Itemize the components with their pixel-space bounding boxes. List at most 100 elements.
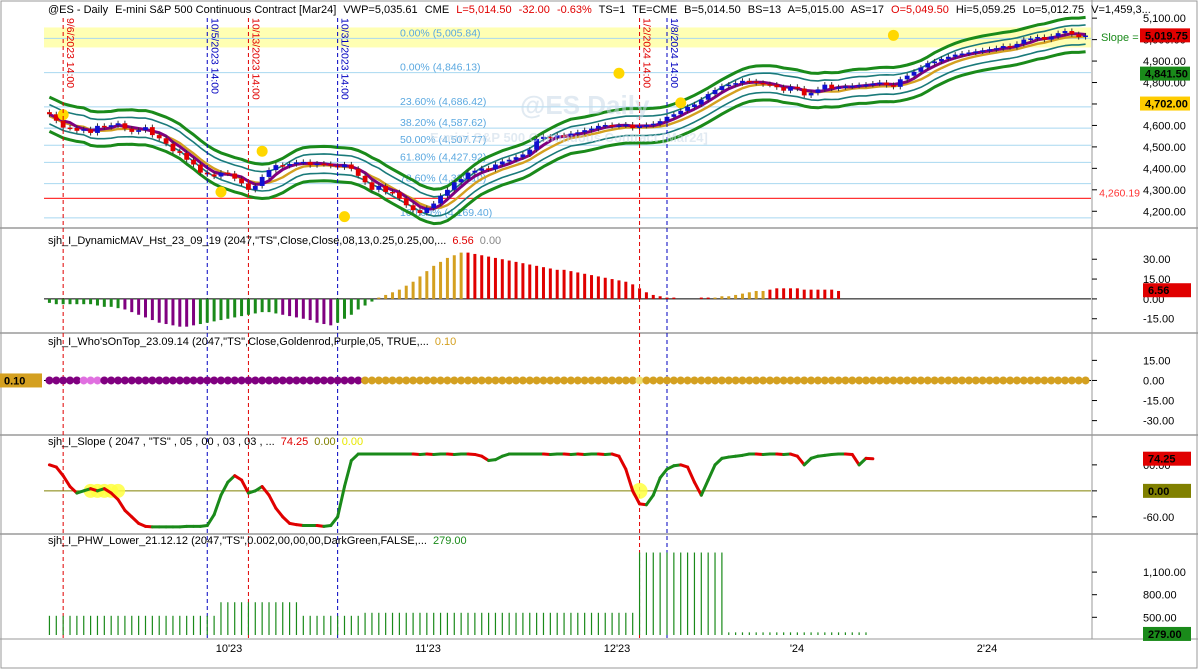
wot-dot	[443, 376, 452, 385]
wot-dot	[1040, 376, 1049, 385]
wot-dot	[381, 376, 390, 385]
x-tick-label: 11'23	[415, 643, 441, 655]
wot-dot	[244, 376, 253, 385]
candle-body	[465, 172, 471, 180]
candle-body	[719, 86, 725, 91]
candle-body	[252, 185, 258, 190]
candle-body	[829, 84, 835, 89]
candle-body	[856, 85, 862, 87]
candle-body	[993, 48, 999, 50]
candle-body	[746, 80, 752, 83]
candle-body	[163, 138, 169, 144]
candle-body	[499, 161, 505, 165]
candle-body	[952, 54, 958, 57]
chart-svg: 0.00% (5,005.84) 0.00% (4,846.13) 23.60% (…	[0, 0, 1198, 669]
price-tag-text: 4,702.00	[1145, 99, 1188, 111]
wot-dot	[786, 376, 795, 385]
candle-body	[239, 178, 244, 184]
candle-body	[904, 75, 910, 80]
fib-label: 0.00% (5,005.84)	[400, 27, 481, 39]
wot-dot	[656, 376, 665, 385]
candle-body	[657, 121, 663, 124]
wot-dot	[1081, 376, 1090, 385]
candle-body	[884, 82, 889, 86]
wot-dot	[1006, 376, 1015, 385]
vertical-marker-label: 10/13/2023 14:00	[249, 18, 261, 100]
candle-body	[897, 79, 903, 87]
wot-dot	[861, 376, 870, 385]
wot-dot	[470, 376, 479, 385]
wot-dot	[807, 376, 816, 385]
wot-dot	[155, 376, 164, 385]
y-tick-label: -30.00	[1143, 416, 1174, 428]
wot-dot	[72, 376, 81, 385]
candle-body	[788, 86, 793, 91]
candle-body	[259, 176, 265, 186]
candle-body	[1035, 37, 1040, 39]
dynamic-mav-title: sjh_I_DynamicMAV_Hst_23_09_19 (2047,"TS"…	[48, 235, 501, 247]
candle-body	[88, 129, 94, 133]
candle-body	[149, 127, 155, 136]
wot-dot	[457, 376, 466, 385]
y-tick-label: 4,200.00	[1143, 206, 1186, 218]
candle-body	[355, 168, 361, 176]
wot-dot	[505, 376, 514, 385]
candle-body	[918, 67, 924, 72]
wot-dot	[367, 376, 376, 385]
wot-dot	[127, 376, 136, 385]
wot-dot	[683, 376, 692, 385]
candle-body	[191, 159, 196, 165]
candle-body	[685, 106, 690, 111]
wot-dot	[86, 376, 95, 385]
candle-body	[980, 50, 986, 52]
wot-dot	[1067, 376, 1076, 385]
wot-dot	[882, 376, 891, 385]
wot-dot	[484, 376, 493, 385]
wot-dot	[841, 376, 850, 385]
wot-dot	[340, 376, 349, 385]
candle-body	[781, 87, 787, 91]
header-symbol: @ES - Daily E-mini S&P 500 Continuous Co…	[48, 4, 1151, 16]
candle-body	[122, 123, 128, 129]
y-tick-label: 0.00	[1143, 375, 1164, 387]
candle-body	[843, 86, 848, 88]
wot-left-tag-text: 0.10	[4, 375, 25, 387]
candle-body	[362, 175, 368, 183]
candle-body	[801, 88, 807, 96]
candle-body	[383, 185, 389, 192]
wot-dot	[436, 376, 445, 385]
candle-body	[67, 127, 73, 130]
candle-body	[211, 174, 217, 177]
wot-dot	[59, 376, 68, 385]
candle-body	[863, 84, 869, 87]
wot-dot	[319, 376, 328, 385]
wot-dot	[415, 376, 424, 385]
wot-dot	[491, 376, 500, 385]
candle-body	[939, 58, 944, 62]
slope-title: sjh_I_Slope ( 2047 , "TS" , 05 , 00 , 03…	[48, 436, 363, 448]
wot-dot	[525, 376, 534, 385]
wot-dot	[120, 376, 129, 385]
wot-dot	[628, 376, 637, 385]
whos-on-top-title: sjh_I_Who'sOnTop_23.09.14 (2047,"TS",Clo…	[48, 336, 456, 348]
vertical-marker-label: 10/5/2023 14:00	[208, 18, 220, 94]
fib-label: 38.20% (4,587.62)	[400, 117, 486, 129]
wot-dot	[731, 376, 740, 385]
candle-body	[609, 125, 615, 127]
candle-body	[1007, 46, 1013, 48]
wot-dot	[971, 376, 980, 385]
candle-body	[698, 99, 704, 105]
wot-dot	[374, 376, 383, 385]
wot-dot	[765, 376, 774, 385]
x-tick-label: 12'23	[604, 643, 631, 655]
wot-dot	[800, 376, 809, 385]
wot-dot	[985, 376, 994, 385]
candle-body	[602, 125, 608, 127]
wot-dot	[910, 376, 919, 385]
candle-body	[925, 63, 931, 68]
wot-dot	[477, 376, 486, 385]
highlight-band	[44, 27, 1091, 48]
wot-dot	[875, 376, 884, 385]
vertical-marker-label: 1/2/2024 14:00	[641, 18, 653, 88]
wot-dot	[422, 376, 431, 385]
